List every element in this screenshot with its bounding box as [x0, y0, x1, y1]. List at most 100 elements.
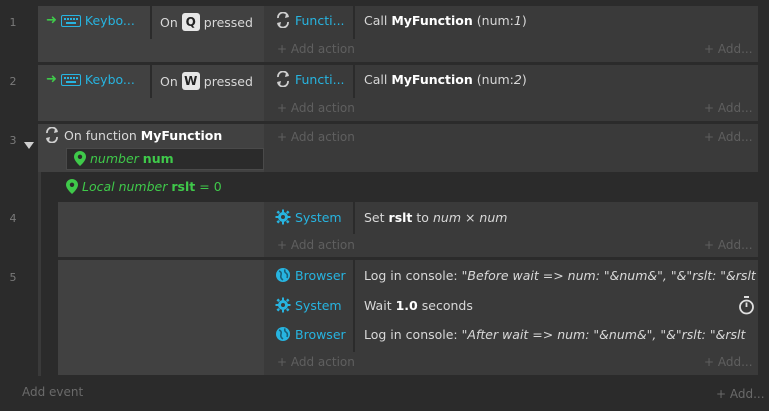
action-text[interactable]: Log in console: "Before wait => num: "&n…: [364, 268, 756, 283]
function-icon: [44, 127, 60, 143]
add-action-button[interactable]: + Add action: [277, 355, 355, 369]
event-number: 4: [9, 212, 17, 225]
action-text[interactable]: Set rslt to num × num: [364, 210, 507, 225]
group-line: [38, 172, 41, 376]
wait-duration: 1.0: [395, 298, 418, 313]
function-param[interactable]: number num: [74, 151, 174, 166]
condition-prefix: On: [160, 73, 178, 89]
stopwatch-icon: [738, 296, 755, 315]
wait-unit: seconds: [421, 298, 473, 313]
gear-icon: [275, 209, 291, 225]
event-number: 2: [9, 75, 17, 88]
arg-close: ): [521, 13, 527, 28]
log-expression: "Before wait => num: "&num&", "&"rslt: "…: [461, 268, 756, 283]
add-label: Add...: [717, 42, 753, 56]
action-object[interactable]: Browser: [275, 326, 346, 342]
add-label: Add...: [717, 238, 753, 252]
add-event-button[interactable]: Add event: [22, 385, 83, 399]
add-label: Add...: [717, 130, 753, 144]
divider: [150, 6, 152, 39]
object-name: System: [295, 297, 342, 313]
condition-cell[interactable]: [58, 260, 264, 375]
add-button[interactable]: + Add...: [704, 130, 753, 144]
add-label: Add...: [717, 101, 753, 115]
function-label: On function: [64, 127, 137, 143]
key-badge: W: [181, 72, 200, 90]
add-button[interactable]: + Add...: [704, 101, 753, 115]
condition-object[interactable]: ➜ Keybo...: [46, 72, 135, 87]
action-text[interactable]: Call MyFunction (num: 1 ): [364, 13, 527, 28]
object-name: Keybo...: [84, 72, 135, 87]
action-object[interactable]: System: [275, 209, 342, 225]
add-button[interactable]: + Add...: [704, 355, 753, 369]
action-text[interactable]: Wait 1.0 seconds: [364, 298, 473, 313]
trigger-arrow-icon: ➜: [46, 72, 57, 87]
divider: [353, 6, 355, 39]
function-icon: [275, 12, 291, 28]
action-connector: to: [416, 210, 429, 225]
arg-label: (num:: [476, 72, 514, 87]
local-variable[interactable]: Local number rslt = 0: [66, 179, 222, 194]
action-verb: Log in console:: [364, 268, 458, 283]
action-verb: Wait: [364, 298, 392, 313]
action-verb: Log in console:: [364, 327, 458, 342]
object-name: System: [295, 209, 342, 225]
action-verb: Call: [364, 13, 388, 28]
add-action-label: Add action: [290, 101, 355, 115]
add-action-button[interactable]: + Add action: [277, 130, 355, 144]
arg-label: (num:: [476, 13, 514, 28]
arg-value: 2: [513, 72, 522, 87]
action-object[interactable]: Functi...: [275, 12, 345, 28]
keyboard-icon: [60, 73, 81, 86]
expression: num × num: [432, 210, 508, 225]
divider: [353, 65, 355, 98]
condition-suffix: pressed: [203, 14, 253, 30]
object-name: Functi...: [295, 71, 345, 87]
add-action-label: Add action: [290, 130, 355, 144]
condition-text[interactable]: On Q pressed: [160, 13, 253, 31]
action-object[interactable]: System: [275, 297, 342, 313]
add-action-button[interactable]: + Add action: [277, 101, 355, 115]
condition-text[interactable]: On W pressed: [160, 72, 253, 90]
action-text[interactable]: Log in console: "After wait => num: "&nu…: [364, 327, 745, 342]
function-title[interactable]: On function MyFunction: [44, 127, 222, 143]
gear-icon: [275, 297, 291, 313]
function-name: MyFunction: [391, 13, 473, 28]
add-button[interactable]: + Add...: [704, 42, 753, 56]
action-verb: Call: [364, 72, 388, 87]
object-name: Functi...: [295, 12, 345, 28]
action-object[interactable]: Browser: [275, 267, 346, 283]
event-number: 5: [9, 271, 17, 284]
location-pin-icon: [74, 151, 86, 166]
action-object[interactable]: Functi...: [275, 71, 345, 87]
globe-icon: [275, 326, 291, 342]
function-name: MyFunction: [140, 127, 223, 143]
add-action-button[interactable]: + Add action: [277, 42, 355, 56]
location-pin-icon: [66, 179, 78, 194]
log-expression: "After wait => num: "&num&", "&"rslt: "&…: [461, 327, 746, 342]
collapse-toggle-icon[interactable]: [24, 142, 34, 149]
globe-icon: [275, 267, 291, 283]
object-name: Browser: [295, 267, 346, 283]
add-action-label: Add action: [290, 355, 355, 369]
add-button[interactable]: + Add...: [704, 238, 753, 252]
action-text[interactable]: Call MyFunction (num: 2 ): [364, 72, 527, 87]
local-name: rslt: [171, 179, 196, 194]
event-number: 1: [9, 16, 17, 29]
divider: [150, 65, 152, 98]
add-action-button[interactable]: + Add action: [277, 238, 355, 252]
object-name: Browser: [295, 326, 346, 342]
condition-prefix: On: [160, 14, 178, 30]
function-name: MyFunction: [391, 72, 473, 87]
condition-cell[interactable]: [58, 202, 264, 257]
variable-name: rslt: [388, 210, 413, 225]
arg-close: ): [521, 72, 527, 87]
add-button[interactable]: + Add...: [716, 387, 765, 401]
condition-suffix: pressed: [203, 73, 253, 89]
divider: [353, 202, 355, 234]
condition-object[interactable]: ➜ Keybo...: [46, 13, 135, 28]
keyboard-icon: [60, 14, 81, 27]
action-verb: Set: [364, 210, 385, 225]
add-label: Add...: [717, 355, 753, 369]
arg-value: 1: [513, 13, 522, 28]
